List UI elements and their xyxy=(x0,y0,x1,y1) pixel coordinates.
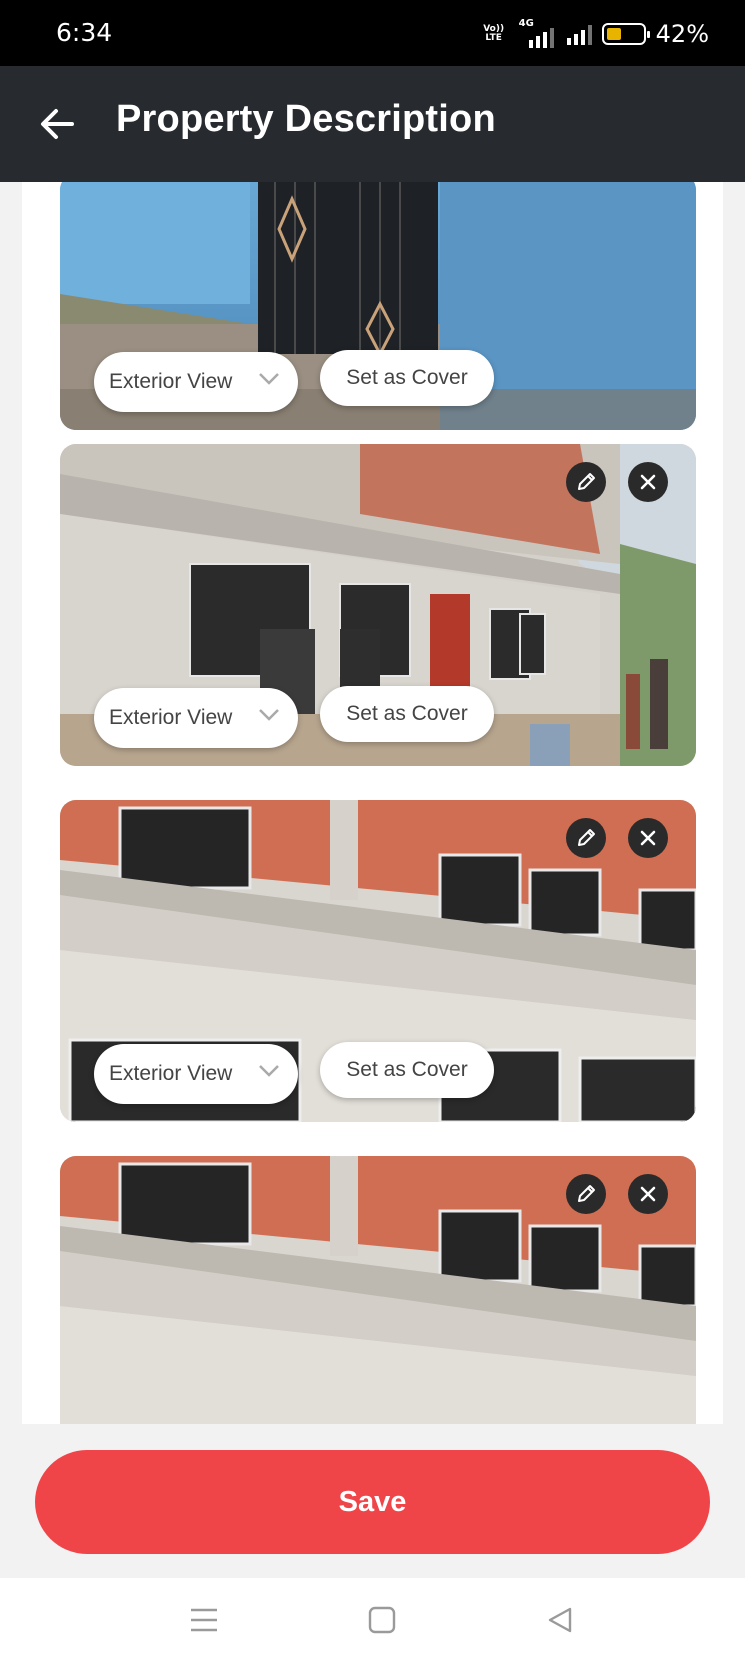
remove-photo-button[interactable] xyxy=(628,818,668,858)
home-square-icon xyxy=(368,1606,396,1634)
category-select[interactable]: Exterior View xyxy=(94,352,298,412)
volte-icon: Vo)) LTE xyxy=(483,24,505,43)
back-button[interactable] xyxy=(36,102,80,146)
system-nav-bar xyxy=(0,1578,745,1668)
photo-card[interactable] xyxy=(60,1156,696,1424)
chevron-down-icon xyxy=(259,709,279,721)
set-as-cover-button[interactable]: Set as Cover xyxy=(320,350,494,406)
back-triangle-icon xyxy=(548,1607,572,1633)
battery-icon xyxy=(601,23,650,45)
signal-4g-icon: 4G xyxy=(517,18,557,48)
photo-list[interactable]: Exterior View Set as Cover Exterior View… xyxy=(22,182,723,1424)
set-as-cover-button[interactable]: Set as Cover xyxy=(320,1042,494,1098)
pencil-icon xyxy=(578,473,595,490)
menu-icon xyxy=(191,1608,217,1632)
app-header: Property Description xyxy=(0,66,745,182)
photo-card[interactable]: Exterior View Set as Cover xyxy=(60,800,696,1122)
nav-menu-button[interactable] xyxy=(180,1596,228,1644)
edit-photo-button[interactable] xyxy=(566,1174,606,1214)
photo-card[interactable]: Exterior View Set as Cover xyxy=(60,182,696,430)
category-value: Exterior View xyxy=(109,706,233,729)
save-button[interactable]: Save xyxy=(35,1450,710,1554)
battery-fill xyxy=(606,28,621,40)
remove-photo-button[interactable] xyxy=(628,1174,668,1214)
category-select[interactable]: Exterior View xyxy=(94,1044,298,1104)
photo-card[interactable]: Exterior View Set as Cover xyxy=(60,444,696,766)
category-select[interactable]: Exterior View xyxy=(94,688,298,748)
close-icon xyxy=(640,1186,656,1202)
remove-photo-button[interactable] xyxy=(628,462,668,502)
category-value: Exterior View xyxy=(109,370,233,393)
status-time: 6:34 xyxy=(56,18,113,47)
edit-photo-button[interactable] xyxy=(566,818,606,858)
close-icon xyxy=(640,474,656,490)
close-icon xyxy=(640,830,656,846)
pencil-icon xyxy=(578,1185,595,1202)
chevron-down-icon xyxy=(259,1065,279,1077)
nav-home-button[interactable] xyxy=(358,1596,406,1644)
chevron-down-icon xyxy=(259,373,279,385)
set-as-cover-button[interactable]: Set as Cover xyxy=(320,686,494,742)
pencil-icon xyxy=(578,829,595,846)
signal-icon xyxy=(566,23,592,45)
status-bar: 6:34 Vo)) LTE 4G 42% xyxy=(0,0,745,66)
status-icons: Vo)) LTE 4G 42% xyxy=(481,18,709,50)
arrow-left-icon xyxy=(41,109,74,139)
nav-back-button[interactable] xyxy=(536,1596,584,1644)
battery-percent: 42% xyxy=(655,20,709,48)
category-value: Exterior View xyxy=(109,1062,233,1085)
page-title: Property Description xyxy=(116,98,496,140)
save-area: Save xyxy=(0,1424,745,1578)
edit-photo-button[interactable] xyxy=(566,462,606,502)
